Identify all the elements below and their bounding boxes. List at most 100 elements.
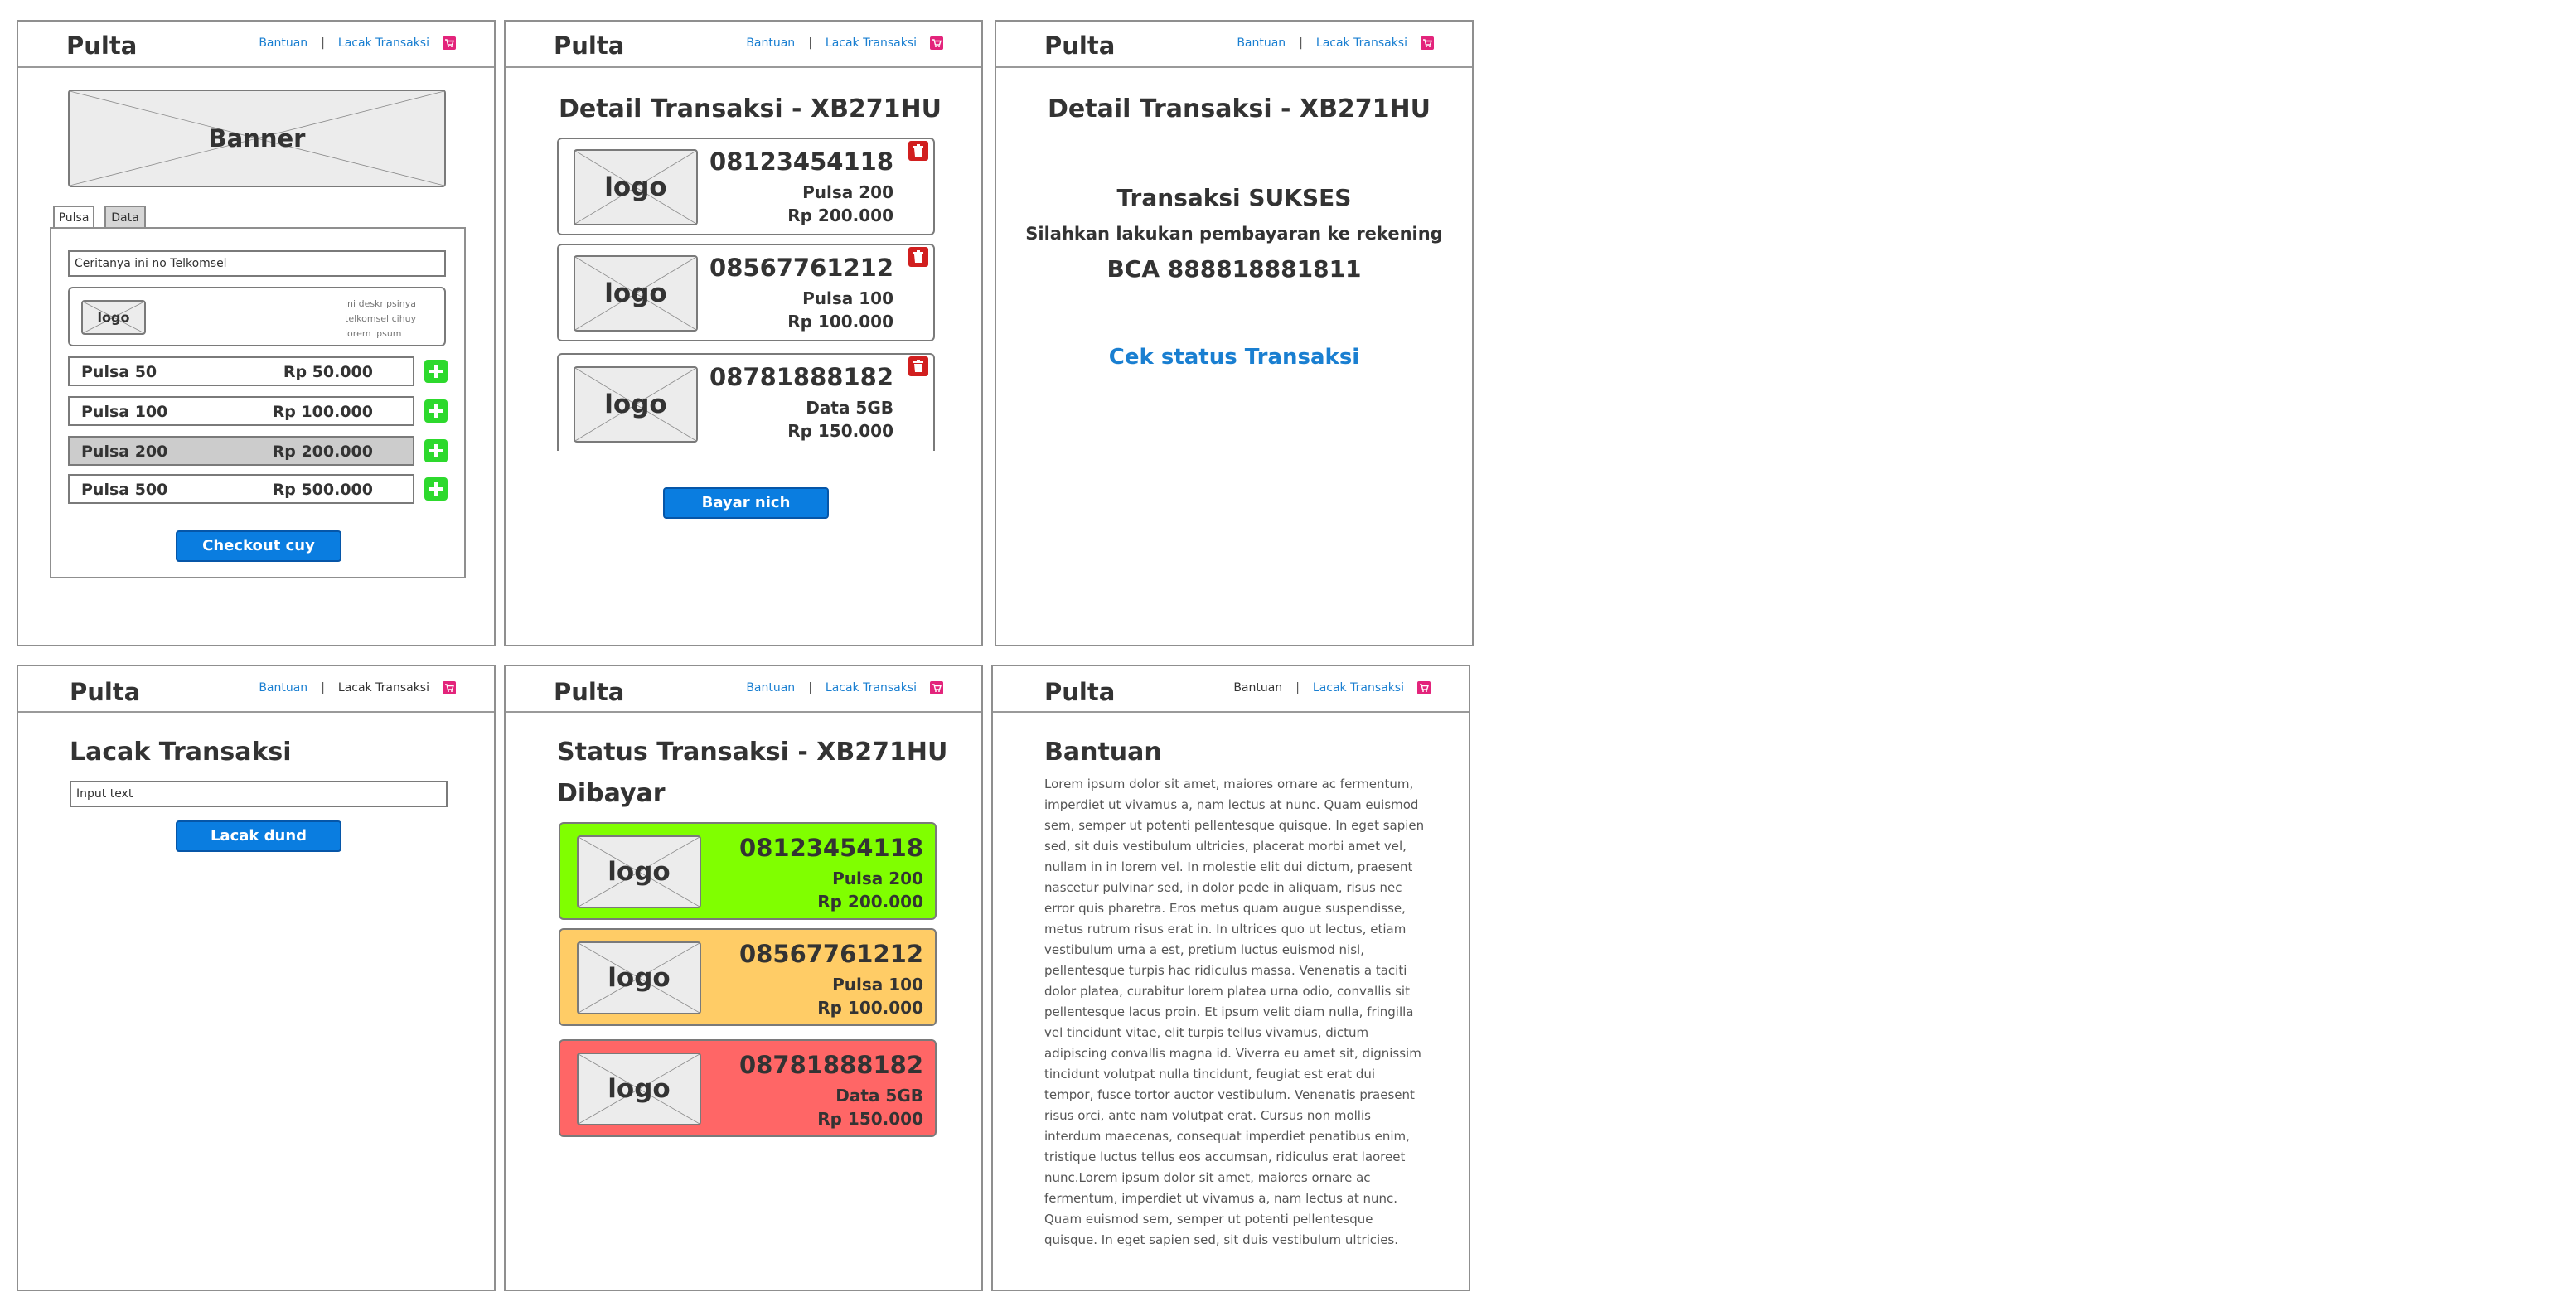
provider-info: logo ini deskripsinya telkomsel cihuy lo… [68, 287, 446, 346]
tab-pulsa[interactable]: Pulsa [53, 206, 94, 229]
screen-transaction-status: Pulta Bantuan | Lacak Transaksi Status T… [504, 665, 983, 1291]
phone-number: 08123454118 [739, 834, 923, 862]
brand-logo[interactable]: Pulta [66, 31, 137, 60]
add-product-button[interactable] [424, 477, 448, 501]
product-price: Rp 50.000 [283, 363, 373, 381]
transaction-id-input[interactable]: Input text [70, 781, 448, 807]
nav-separator: | [321, 36, 325, 50]
help-body-text: Lorem ipsum dolor sit amet, maiores orna… [1044, 777, 1425, 1247]
trash-icon[interactable] [908, 141, 928, 161]
status-item-pending: logo 08567761212 Pulsa 100 Rp 100.000 [559, 928, 937, 1026]
trash-icon[interactable] [908, 356, 928, 376]
brand-logo[interactable]: Pulta [1044, 31, 1115, 60]
product-row[interactable]: Pulsa 500 Rp 500.000 [68, 474, 414, 504]
operator-logo-label: logo [608, 1074, 671, 1104]
cart-icon[interactable] [930, 36, 943, 50]
brand-logo[interactable]: Pulta [1044, 678, 1115, 706]
payment-instruction: Silahkan lakukan pembayaran ke rekening [1025, 224, 1443, 244]
header-nav: Bantuan | Lacak Transaksi [259, 36, 456, 50]
operator-logo: logo [577, 1053, 701, 1125]
operator-logo: logo [574, 255, 698, 332]
cart-icon[interactable] [443, 36, 456, 50]
operator-logo: logo [574, 149, 698, 225]
product-price: Rp 100.000 [272, 403, 373, 421]
help-link[interactable]: Bantuan [746, 681, 795, 694]
brand-logo[interactable]: Pulta [554, 678, 624, 706]
screen-help: Pulta Bantuan | Lacak Transaksi Bantuan … [991, 665, 1470, 1291]
add-product-button[interactable] [424, 360, 448, 383]
operator-logo-label: logo [608, 857, 671, 887]
checkout-button[interactable]: Checkout cuy [176, 530, 341, 562]
track-link[interactable]: Lacak Transaksi [826, 681, 917, 694]
add-product-button[interactable] [424, 439, 448, 462]
track-link-current[interactable]: Lacak Transaksi [338, 681, 429, 694]
operator-logo: logo [574, 366, 698, 443]
header: Pulta Bantuan | Lacak Transaksi [506, 666, 981, 713]
page-title: Detail Transaksi - XB271HU [1048, 94, 1431, 123]
product-price: Rp 150.000 [817, 1109, 923, 1129]
track-link[interactable]: Lacak Transaksi [1316, 36, 1407, 50]
provider-desc-line: ini deskripsinya [345, 298, 417, 309]
help-link[interactable]: Bantuan [259, 36, 307, 50]
add-product-button[interactable] [424, 399, 448, 423]
track-link[interactable]: Lacak Transaksi [826, 36, 917, 50]
help-link-current[interactable]: Bantuan [1233, 681, 1282, 694]
header: Pulta Bantuan | Lacak Transaksi [506, 22, 981, 68]
transaction-item: logo 08781888182 Data 5GB Rp 150.000 [557, 353, 935, 451]
screen-transaction-detail: Pulta Bantuan | Lacak Transaksi Detail T… [504, 20, 983, 646]
operator-logo: logo [577, 941, 701, 1014]
operator-logo-label: logo [604, 278, 667, 308]
product-name: Pulsa 200 [832, 869, 923, 888]
help-link[interactable]: Bantuan [746, 36, 795, 50]
product-price: Rp 100.000 [817, 998, 923, 1018]
header: Pulta Bantuan | Lacak Transaksi [996, 22, 1472, 68]
product-row[interactable]: Pulsa 100 Rp 100.000 [68, 396, 414, 426]
provider-logo-label: logo [97, 309, 130, 326]
provider-desc-line: lorem ipsum [345, 328, 402, 339]
brand-logo[interactable]: Pulta [70, 678, 140, 706]
header-nav: Bantuan | Lacak Transaksi [1233, 681, 1431, 694]
cart-icon[interactable] [1421, 36, 1434, 50]
help-link[interactable]: Bantuan [1237, 36, 1286, 50]
tab-data[interactable]: Data [104, 206, 146, 227]
header-nav: Bantuan | Lacak Transaksi [746, 36, 943, 50]
header: Pulta Bantuan | Lacak Transaksi [18, 22, 494, 68]
cart-icon[interactable] [443, 681, 456, 694]
header: Pulta Bantuan | Lacak Transaksi [993, 666, 1469, 713]
product-price: Rp 200.000 [817, 892, 923, 912]
transaction-item: logo 08123454118 Pulsa 200 Rp 200.000 [557, 138, 935, 235]
product-price: Rp 100.000 [787, 312, 893, 332]
cart-icon[interactable] [930, 681, 943, 694]
bank-account: BCA 888818881811 [1106, 255, 1362, 283]
banner-label: Banner [208, 124, 306, 152]
operator-logo: logo [577, 835, 701, 908]
provider-logo: logo [81, 300, 146, 335]
status-label: Dibayar [557, 779, 666, 808]
product-price: Rp 150.000 [787, 421, 893, 441]
header: Pulta Bantuan | Lacak Transaksi [18, 666, 494, 713]
pay-button[interactable]: Bayar nich [663, 487, 829, 519]
product-row[interactable]: Pulsa 50 Rp 50.000 [68, 356, 414, 386]
trash-icon[interactable] [908, 247, 928, 267]
nav-separator: | [1295, 681, 1300, 694]
status-item-failed: logo 08781888182 Data 5GB Rp 150.000 [559, 1039, 937, 1137]
phone-number-input[interactable]: Ceritanya ini no Telkomsel [68, 250, 446, 277]
product-name: Pulsa 100 [832, 975, 923, 995]
product-name: Pulsa 100 [81, 403, 168, 421]
help-link[interactable]: Bantuan [259, 681, 307, 694]
check-status-link[interactable]: Cek status Transaksi [996, 345, 1472, 370]
product-name: Pulsa 50 [81, 363, 157, 381]
phone-number: 08123454118 [709, 148, 893, 176]
product-name: Data 5GB [835, 1086, 923, 1106]
screen-track-transaction: Pulta Bantuan | Lacak Transaksi Lacak Tr… [17, 665, 496, 1291]
track-link[interactable]: Lacak Transaksi [338, 36, 429, 50]
operator-logo-label: logo [608, 963, 671, 993]
nav-separator: | [808, 681, 812, 694]
cart-icon[interactable] [1417, 681, 1431, 694]
track-button[interactable]: Lacak dund [176, 820, 341, 852]
product-row-selected[interactable]: Pulsa 200 Rp 200.000 [68, 436, 414, 466]
status-item-paid: logo 08123454118 Pulsa 200 Rp 200.000 [559, 822, 937, 920]
nav-separator: | [1299, 36, 1303, 50]
track-link[interactable]: Lacak Transaksi [1313, 681, 1404, 694]
brand-logo[interactable]: Pulta [554, 31, 624, 60]
